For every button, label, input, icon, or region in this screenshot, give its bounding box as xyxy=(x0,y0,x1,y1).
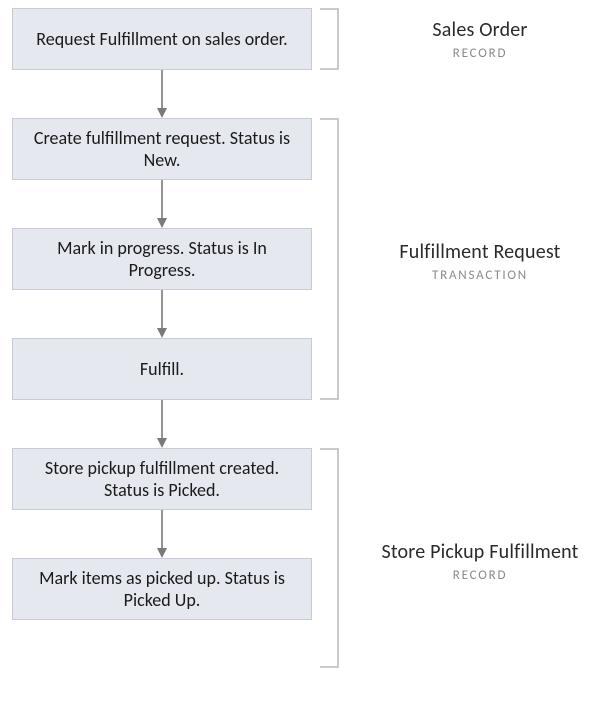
bracket-icon xyxy=(320,118,342,400)
step-text: Store pickup fulfillment created. Status… xyxy=(27,457,297,502)
group-subtitle: TRANSACTION xyxy=(360,268,600,283)
step-text: Fulfill. xyxy=(140,358,184,381)
step-box-4: Fulfill. xyxy=(12,338,312,400)
group-label-sales-order: Sales Order RECORD xyxy=(360,18,600,61)
step-text: Request Fulfillment on sales order. xyxy=(36,28,287,51)
group-subtitle: RECORD xyxy=(360,46,600,61)
group-label-fulfillment-request: Fulfillment Request TRANSACTION xyxy=(360,240,600,283)
step-box-6: Mark items as picked up. Status is Picke… xyxy=(12,558,312,620)
step-box-1: Request Fulfillment on sales order. xyxy=(12,8,312,70)
step-box-2: Create fulfillment request. Status is Ne… xyxy=(12,118,312,180)
group-subtitle: RECORD xyxy=(360,568,600,583)
arrow-down-icon xyxy=(161,70,163,118)
group-label-store-pickup: Store Pickup Fulfillment RECORD xyxy=(360,540,600,583)
step-text: Create fulfillment request. Status is Ne… xyxy=(27,127,297,172)
step-box-5: Store pickup fulfillment created. Status… xyxy=(12,448,312,510)
group-title: Sales Order xyxy=(360,18,600,42)
arrow-down-icon xyxy=(161,290,163,338)
flowchart-column: Request Fulfillment on sales order. Crea… xyxy=(12,8,312,620)
arrow-down-icon xyxy=(161,180,163,228)
arrow-down-icon xyxy=(161,400,163,448)
step-text: Mark in progress. Status is In Progress. xyxy=(27,237,297,282)
group-title: Store Pickup Fulfillment xyxy=(360,540,600,564)
group-title: Fulfillment Request xyxy=(360,240,600,264)
bracket-icon xyxy=(320,448,342,668)
step-box-3: Mark in progress. Status is In Progress. xyxy=(12,228,312,290)
step-text: Mark items as picked up. Status is Picke… xyxy=(27,567,297,612)
arrow-down-icon xyxy=(161,510,163,558)
bracket-icon xyxy=(320,8,342,70)
